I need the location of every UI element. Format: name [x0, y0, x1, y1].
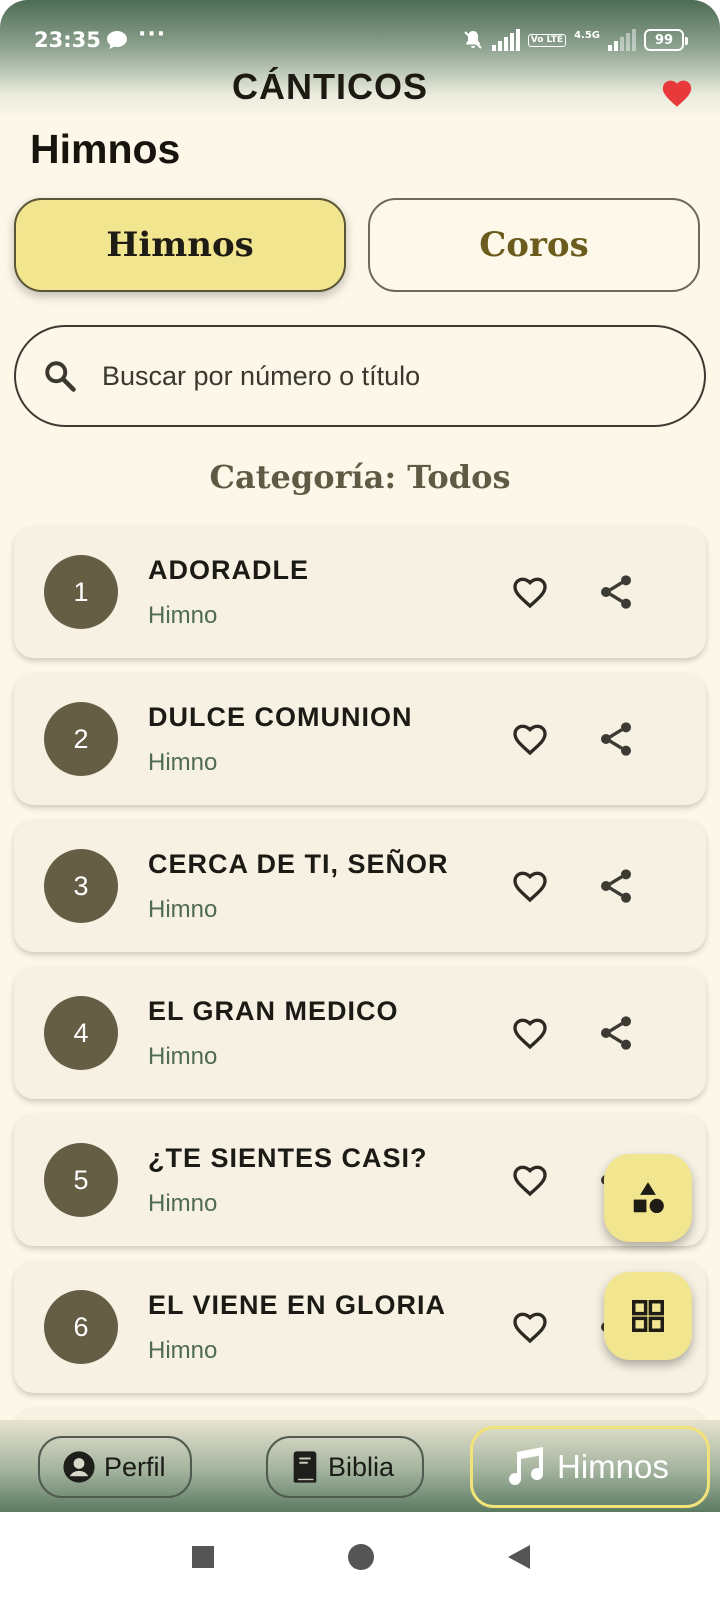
favorites-heart-icon[interactable]	[660, 76, 694, 108]
bottom-navigation: Perfil Biblia Himnos	[0, 1420, 720, 1512]
favorite-heart-icon[interactable]	[510, 1160, 550, 1198]
list-item[interactable]: 3 CERCA DE TI, SEÑOR Himno	[14, 820, 706, 952]
hymn-number-badge: 5	[44, 1143, 118, 1217]
hymn-title: ¿TE SIENTES CASI?	[148, 1143, 428, 1173]
status-indicators: Vo LTE 4.5G 99	[462, 28, 688, 52]
grid-icon	[632, 1300, 664, 1332]
battery-icon: 99	[644, 29, 688, 51]
list-item[interactable]: 5 ¿TE SIENTES CASI? Himno	[14, 1114, 706, 1246]
hymn-number-badge: 3	[44, 849, 118, 923]
favorite-heart-icon[interactable]	[510, 1013, 550, 1051]
status-bar: 23:35 ··· Vo LTE 4.5G 99	[0, 0, 720, 62]
favorite-heart-icon[interactable]	[510, 866, 550, 904]
music-note-icon	[509, 1447, 544, 1486]
hymn-type: Himno	[148, 749, 218, 776]
nav-label: Perfil	[104, 1451, 166, 1482]
share-icon[interactable]	[596, 1013, 636, 1053]
person-icon	[63, 1451, 95, 1483]
page-title: Himnos	[30, 126, 181, 172]
home-button[interactable]	[348, 1544, 374, 1570]
share-icon[interactable]	[596, 866, 636, 906]
list-item[interactable]: 6 EL VIENE EN GLORIA Himno	[14, 1261, 706, 1393]
status-time: 23:35	[34, 28, 101, 52]
favorite-heart-icon[interactable]	[510, 1307, 550, 1345]
favorite-heart-icon[interactable]	[510, 572, 550, 610]
hymn-title: DULCE COMUNION	[148, 702, 413, 732]
hymn-number-badge: 4	[44, 996, 118, 1070]
hymn-title: CERCA DE TI, SEÑOR	[148, 849, 449, 879]
hymn-type: Himno	[148, 896, 218, 923]
favorite-heart-icon[interactable]	[510, 719, 550, 757]
nav-perfil[interactable]: Perfil	[38, 1436, 192, 1498]
category-label: Categoría: Todos	[209, 458, 511, 496]
hymn-number-badge: 6	[44, 1290, 118, 1364]
signal-strength-icon	[491, 29, 520, 51]
nav-label: Himnos	[557, 1448, 669, 1485]
app-title: CÁNTICOS	[232, 66, 428, 107]
hymn-title: ADORADLE	[148, 555, 309, 585]
list-item[interactable]: 2 DULCE COMUNION Himno	[14, 673, 706, 805]
more-notifications-icon: ···	[138, 22, 167, 47]
signal-strength-2-icon	[608, 29, 636, 51]
recent-apps-button[interactable]	[192, 1546, 214, 1568]
hymn-number-badge: 2	[44, 702, 118, 776]
hymn-type: Himno	[148, 1190, 218, 1217]
hymn-type: Himno	[148, 1043, 218, 1070]
hymn-title: EL VIENE EN GLORIA	[148, 1290, 447, 1320]
tab-himnos[interactable]: Himnos	[14, 198, 346, 292]
share-icon[interactable]	[596, 719, 636, 759]
search-bar[interactable]	[14, 325, 706, 427]
hymn-number-badge: 1	[44, 555, 118, 629]
network-type: 4.5G	[574, 29, 600, 41]
shapes-icon	[633, 1182, 664, 1214]
mute-icon	[464, 31, 482, 49]
nav-label: Biblia	[328, 1451, 395, 1482]
grid-view-button[interactable]	[604, 1272, 692, 1360]
list-item[interactable]: 1 ADORADLE Himno	[14, 526, 706, 658]
chat-notification-icon	[107, 31, 127, 49]
share-icon[interactable]	[596, 572, 636, 612]
hymn-type: Himno	[148, 1337, 218, 1364]
app-screen: 23:35 ··· Vo LTE 4.5G 99 CÁNTICOS Himnos…	[0, 0, 720, 1512]
tab-coros[interactable]: Coros	[368, 198, 700, 292]
search-icon	[45, 361, 76, 392]
nav-biblia[interactable]: Biblia	[266, 1436, 424, 1498]
search-input[interactable]	[102, 360, 662, 392]
volte-icon: Vo LTE	[527, 33, 567, 47]
category-filter-button[interactable]	[604, 1154, 692, 1242]
nav-himnos[interactable]: Himnos	[470, 1426, 710, 1508]
back-button[interactable]	[506, 1543, 532, 1571]
book-icon	[293, 1451, 317, 1483]
hymn-type: Himno	[148, 602, 218, 629]
hymn-title: EL GRAN MEDICO	[148, 996, 399, 1026]
list-item[interactable]: 4 EL GRAN MEDICO Himno	[14, 967, 706, 1099]
